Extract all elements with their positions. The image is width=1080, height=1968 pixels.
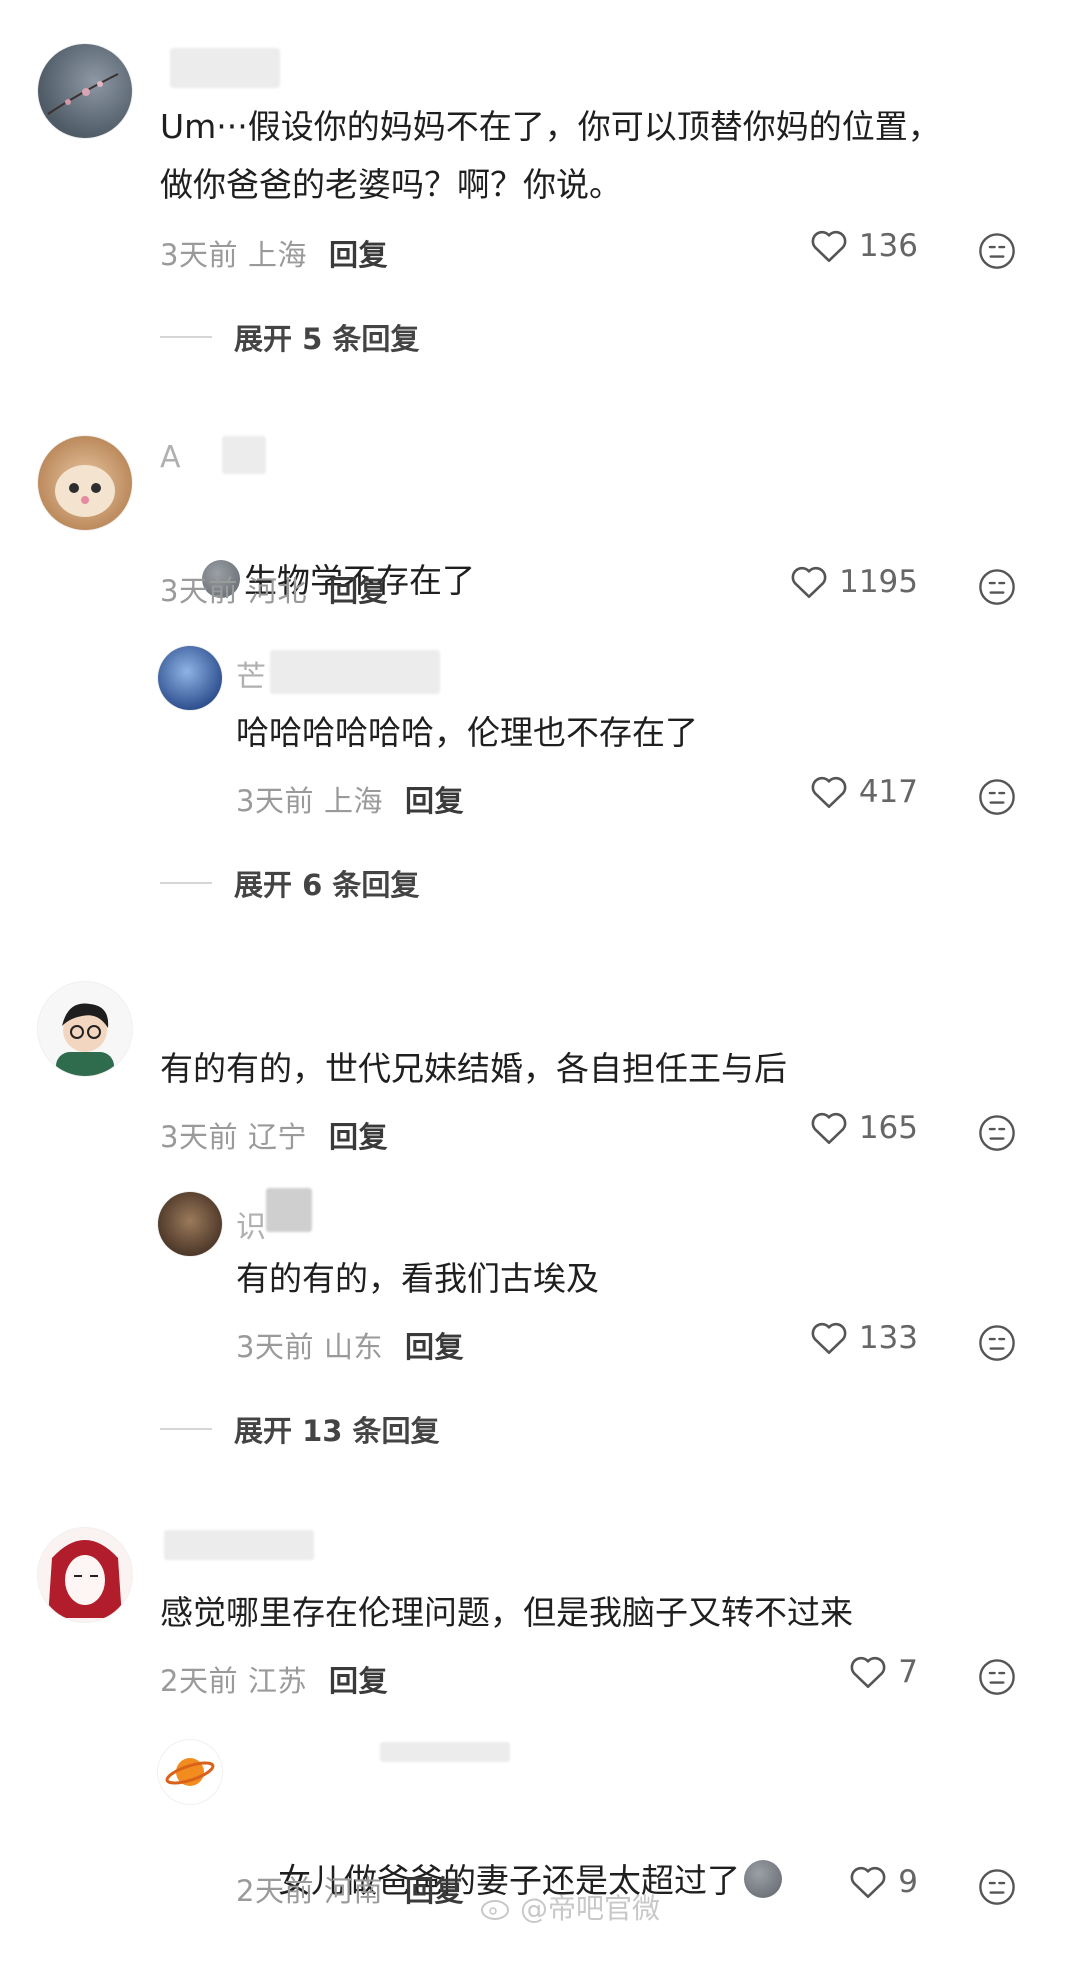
reply-username[interactable]: 识	[236, 1202, 267, 1246]
like-button[interactable]: 136	[809, 228, 918, 264]
timestamp: 2天前	[160, 1664, 238, 1698]
avatar[interactable]	[38, 44, 132, 138]
comment-text: Um···假设你的妈妈不在了，你可以顶替你妈的位置， 做你爸爸的老婆吗？啊？你说…	[160, 107, 941, 204]
like-button[interactable]: 7	[848, 1654, 918, 1690]
reply-meta: 3天前 上海 回复	[236, 778, 464, 820]
planet-icon	[165, 1758, 215, 1786]
reply-avatar[interactable]	[158, 646, 222, 710]
reply-button[interactable]: 回复	[405, 1868, 464, 1910]
kitten-image	[55, 465, 115, 517]
reply-username[interactable]: 芒	[236, 652, 267, 696]
like-button[interactable]: 133	[809, 1320, 918, 1356]
like-count: 165	[858, 1110, 918, 1146]
timestamp: 3天前	[236, 1330, 314, 1364]
like-button[interactable]: 417	[809, 774, 918, 810]
comment-text: 有的有的，世代兄妹结婚，各自担任王与后	[160, 1049, 787, 1088]
location: 辽宁	[247, 1120, 307, 1154]
expand-label: 展开 5 条回复	[234, 322, 420, 356]
reply-text: 哈哈哈哈哈哈，伦理也不存在了	[236, 713, 698, 752]
expand-label: 展开 13 条回复	[234, 1414, 440, 1448]
neutral-face-icon[interactable]	[978, 568, 1016, 606]
watermark-text: @帝吧官微	[520, 1892, 661, 1925]
heart-outline-icon	[850, 1866, 886, 1899]
neutral-face-icon[interactable]	[978, 232, 1016, 270]
location: 河北	[247, 574, 307, 608]
like-count: 7	[898, 1654, 918, 1690]
heart-outline-icon	[791, 566, 827, 599]
heart-outline-icon	[850, 1656, 886, 1689]
location: 上海	[247, 238, 307, 272]
expand-label: 展开 6 条回复	[234, 868, 420, 902]
neutral-face-icon[interactable]	[978, 1868, 1016, 1906]
reply-meta: 3天前 山东 回复	[236, 1324, 464, 1366]
timestamp: 3天前	[160, 238, 238, 272]
watermark: @帝吧官微	[480, 1887, 660, 1927]
reply-button[interactable]: 回复	[329, 232, 388, 274]
username-redacted	[270, 650, 440, 694]
username[interactable]: A	[160, 440, 182, 475]
timestamp: 3天前	[160, 1120, 238, 1154]
timestamp: 2天前	[236, 1874, 314, 1908]
divider	[160, 1428, 212, 1430]
like-count: 1195	[839, 564, 918, 600]
reply-text: 有的有的，看我们古埃及	[236, 1259, 599, 1298]
username-redacted	[380, 1742, 510, 1762]
location: 上海	[323, 784, 383, 818]
reply-avatar[interactable]	[158, 1192, 222, 1256]
pigeon-emoji-icon	[743, 1860, 782, 1898]
expand-replies[interactable]: 展开 6 条回复	[160, 862, 419, 904]
comment-meta: 3天前 辽宁 回复	[160, 1114, 388, 1156]
heart-outline-icon	[811, 230, 847, 263]
comment-meta: 2天前 江苏 回复	[160, 1658, 388, 1700]
username-redacted	[266, 1188, 312, 1232]
comment-meta: 3天前 河北 回复	[160, 568, 388, 610]
location: 江苏	[247, 1664, 307, 1698]
like-button[interactable]: 1195	[789, 564, 918, 600]
heart-outline-icon	[811, 776, 847, 809]
reply-avatar[interactable]	[158, 1740, 222, 1804]
like-count: 417	[858, 774, 918, 810]
neutral-face-icon[interactable]	[978, 1114, 1016, 1152]
like-count: 136	[858, 228, 918, 264]
username-redacted	[170, 48, 280, 88]
avatar[interactable]	[38, 982, 132, 1076]
neutral-face-icon[interactable]	[978, 1658, 1016, 1696]
location: 河南	[323, 1874, 383, 1908]
reply-button[interactable]: 回复	[329, 1114, 388, 1156]
divider	[160, 882, 212, 884]
anime-portrait-image	[48, 1540, 122, 1618]
username-redacted	[164, 1530, 314, 1560]
reply-button[interactable]: 回复	[329, 568, 388, 610]
like-count: 9	[898, 1864, 918, 1900]
location: 山东	[323, 1330, 383, 1364]
timestamp: 3天前	[160, 574, 238, 608]
avatar[interactable]	[38, 1528, 132, 1622]
timestamp: 3天前	[236, 784, 314, 818]
heart-outline-icon	[811, 1112, 847, 1145]
cartoon-boy-image	[56, 1003, 114, 1076]
reply-meta: 2天前 河南 回复	[236, 1868, 464, 1910]
heart-outline-icon	[811, 1322, 847, 1355]
neutral-face-icon[interactable]	[978, 778, 1016, 816]
neutral-face-icon[interactable]	[978, 1324, 1016, 1362]
expand-replies[interactable]: 展开 13 条回复	[160, 1408, 440, 1450]
divider	[160, 336, 212, 338]
blossom-branch-image	[47, 73, 119, 115]
comment-meta: 3天前 上海 回复	[160, 232, 388, 274]
weibo-logo-icon	[481, 1900, 509, 1920]
comment-text: 感觉哪里存在伦理问题，但是我脑子又转不过来	[160, 1593, 853, 1632]
reply-button[interactable]: 回复	[405, 778, 464, 820]
reply-button[interactable]: 回复	[329, 1658, 388, 1700]
avatar[interactable]	[38, 436, 132, 530]
username-redacted	[222, 436, 266, 474]
expand-replies[interactable]: 展开 5 条回复	[160, 316, 419, 358]
reply-button[interactable]: 回复	[405, 1324, 464, 1366]
like-button[interactable]: 9	[848, 1864, 918, 1900]
like-count: 133	[858, 1320, 918, 1356]
like-button[interactable]: 165	[809, 1110, 918, 1146]
